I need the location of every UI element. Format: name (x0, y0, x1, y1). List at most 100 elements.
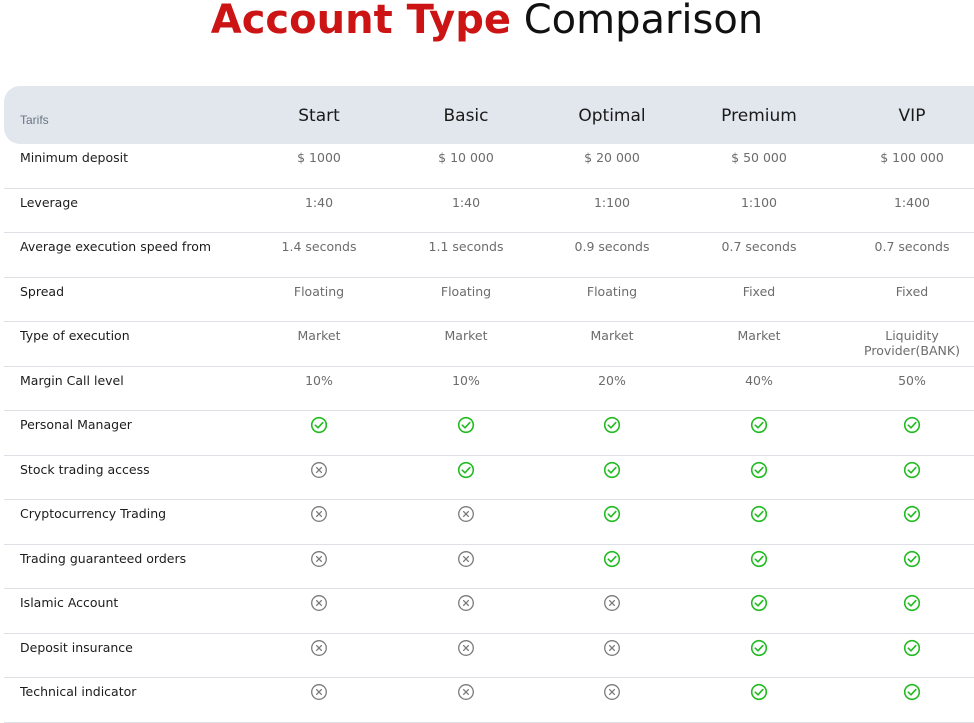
check-circle-icon (750, 594, 768, 612)
table-cell: 1:400 (893, 194, 931, 210)
column-basic: Basic (443, 106, 489, 126)
table-cell: Market (297, 328, 341, 343)
table-cell: Floating (586, 283, 638, 299)
table-body: Minimum deposit $ 1000 $ 10 000 $ 20 000 $ 5… (4, 144, 974, 723)
check-circle-icon (750, 639, 768, 657)
table-cell: 10% (305, 372, 333, 388)
row-label: Margin Call level (20, 372, 124, 388)
table-cell: $ 100 000 (880, 150, 944, 165)
table-cell: 0.7 seconds (874, 239, 950, 254)
table-cell: Market (444, 328, 488, 343)
table-row: Personal Manager (4, 411, 974, 456)
row-label: Leverage (20, 194, 78, 210)
table-header: Tarifs Start Basic Optimal Premium VIP (4, 86, 974, 144)
row-label: Personal Manager (20, 417, 132, 432)
row-label: Trading guaranteed orders (20, 550, 187, 566)
table-cell: $ 20 000 (584, 150, 640, 165)
table-row: Islamic Account (4, 589, 974, 634)
check-circle-icon (603, 505, 621, 523)
table-cell: 40% (745, 372, 773, 388)
table-cell: 50% (898, 372, 926, 388)
row-label: Deposit insurance (20, 639, 133, 655)
table-cell: 1.4 seconds (281, 239, 357, 254)
table-cell: 1:40 (451, 194, 481, 210)
check-circle-icon (310, 416, 328, 434)
check-circle-icon (903, 416, 921, 434)
table-cell: Fixed (895, 283, 929, 299)
table-cell: 0.7 seconds (721, 239, 797, 254)
x-circle-icon (603, 683, 621, 701)
x-circle-icon (310, 550, 328, 568)
table-row: Margin Call level 10% 10% 20% 40% 50% (4, 367, 974, 411)
table-cell: 1.1 seconds (428, 239, 504, 254)
row-label: Technical indicator (20, 684, 137, 699)
table-row: Deposit insurance (4, 634, 974, 678)
table-cell: Liquidity Provider(BANK) (864, 328, 960, 358)
table-cell: $ 1000 (297, 150, 341, 165)
table-row: Cryptocurrency Trading (4, 500, 974, 545)
row-label: Islamic Account (20, 595, 119, 610)
x-circle-icon (310, 594, 328, 612)
check-circle-icon (750, 461, 768, 479)
title-accent: Account Type (210, 0, 511, 43)
row-label: Spread (20, 283, 65, 299)
x-circle-icon (603, 594, 621, 612)
row-label: Stock trading access (20, 461, 150, 477)
page-title: Account Type Comparison (0, 0, 974, 46)
table-row: Technical indicator (4, 678, 974, 723)
table-cell: 0.9 seconds (574, 239, 650, 254)
table-cell: Floating (440, 283, 492, 299)
table-row: Minimum deposit $ 1000 $ 10 000 $ 20 000 $ 5… (4, 144, 974, 189)
check-circle-icon (903, 461, 921, 479)
row-label: Average execution speed from (20, 239, 212, 254)
table-cell: $ 50 000 (731, 150, 787, 165)
table-row: Stock trading access (4, 456, 974, 500)
column-optimal: Optimal (578, 106, 646, 126)
x-circle-icon (603, 639, 621, 657)
table-row: Trading guaranteed orders (4, 545, 974, 589)
check-circle-icon (903, 594, 921, 612)
comparison-table: Tarifs Start Basic Optimal Premium VIP M… (4, 86, 974, 723)
row-label: Cryptocurrency Trading (20, 506, 167, 521)
title-rest: Comparison (523, 0, 764, 43)
check-circle-icon (603, 550, 621, 568)
x-circle-icon (310, 505, 328, 523)
check-circle-icon (750, 505, 768, 523)
x-circle-icon (310, 639, 328, 657)
x-circle-icon (457, 550, 475, 568)
table-row: Leverage 1:40 1:40 1:100 1:100 1:400 (4, 189, 974, 233)
table-cell: 10% (452, 372, 480, 388)
table-cell: Market (737, 328, 781, 343)
x-circle-icon (310, 461, 328, 479)
table-cell: 20% (598, 372, 626, 388)
check-circle-icon (903, 505, 921, 523)
column-start: Start (298, 106, 340, 126)
table-cell: 1:40 (304, 194, 334, 210)
check-circle-icon (750, 416, 768, 434)
table-row: Average execution speed from 1.4 seconds 1… (4, 233, 974, 278)
check-circle-icon (457, 416, 475, 434)
check-circle-icon (903, 639, 921, 657)
check-circle-icon (903, 550, 921, 568)
check-circle-icon (750, 683, 768, 701)
table-cell: Market (590, 328, 634, 343)
x-circle-icon (457, 683, 475, 701)
column-vip: VIP (898, 106, 926, 126)
table-row: Spread Floating Floating Floating Fixed Fixed (4, 278, 974, 322)
tarifs-label: Tarifs (20, 113, 49, 127)
row-label: Minimum deposit (20, 150, 128, 165)
row-label: Type of execution (20, 328, 130, 343)
table-cell: $ 10 000 (438, 150, 494, 165)
column-premium: Premium (721, 106, 797, 126)
check-circle-icon (903, 683, 921, 701)
table-cell: Floating (293, 283, 345, 299)
table-cell: Fixed (742, 283, 776, 299)
x-circle-icon (457, 594, 475, 612)
table-row: Type of execution Market Market Market Marke… (4, 322, 974, 367)
check-circle-icon (457, 461, 475, 479)
check-circle-icon (603, 416, 621, 434)
x-circle-icon (457, 639, 475, 657)
x-circle-icon (457, 505, 475, 523)
check-circle-icon (750, 550, 768, 568)
x-circle-icon (310, 683, 328, 701)
